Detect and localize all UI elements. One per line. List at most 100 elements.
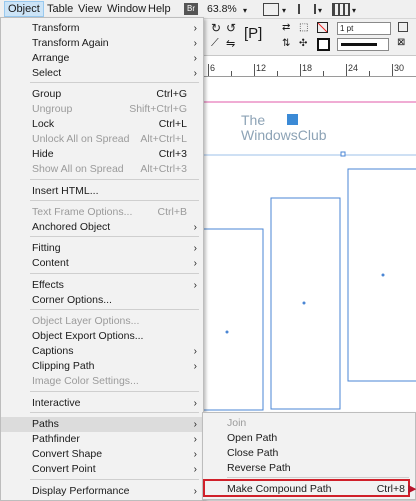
object-menu-item-convert-shape[interactable]: Convert Shape › bbox=[1, 447, 203, 462]
menu-separator bbox=[30, 273, 199, 274]
submenu-arrow-icon: › bbox=[193, 361, 197, 372]
menu-item-label: Transform Again bbox=[32, 37, 109, 49]
windowsclub-logo-icon bbox=[287, 114, 298, 125]
menu-item-label: Fitting bbox=[32, 242, 61, 254]
submenu-arrow-icon: › bbox=[193, 464, 197, 475]
menu-item-label: Lock bbox=[32, 118, 55, 130]
frame-center-point bbox=[302, 301, 306, 305]
object-menu-item-unlock-all-on-spread: Unlock All on Spread Alt+Ctrl+L bbox=[1, 132, 203, 147]
menu-item-label: Corner Options... bbox=[32, 294, 112, 306]
pointer-arrow-icon: ▶ bbox=[408, 483, 416, 495]
menu-item-label: Convert Shape bbox=[32, 448, 103, 460]
watermark: The WindowsClub bbox=[241, 113, 327, 143]
menu-item-label: Display Performance bbox=[32, 485, 130, 497]
menu-item-shortcut: Ctrl+3 bbox=[158, 148, 187, 160]
menu-separator bbox=[30, 179, 199, 180]
object-menu-item-anchored-object[interactable]: Anchored Object › bbox=[1, 220, 203, 235]
menu-separator bbox=[30, 391, 199, 392]
menu-item-label: Effects bbox=[32, 279, 64, 291]
object-menu-item-captions[interactable]: Captions › bbox=[1, 344, 203, 359]
submenu-arrow-icon: › bbox=[193, 38, 197, 49]
object-menu-item-transform-again[interactable]: Transform Again › bbox=[1, 36, 203, 51]
menu-item-label: Join bbox=[227, 417, 247, 429]
object-menu-item-paths[interactable]: Paths › bbox=[1, 417, 203, 432]
selection-handle[interactable] bbox=[340, 151, 346, 157]
object-menu-item-arrange[interactable]: Arrange › bbox=[1, 51, 203, 66]
frame-center-point bbox=[381, 273, 385, 277]
menu-item-label: Select bbox=[32, 67, 62, 79]
menu-item-label: Anchored Object bbox=[32, 221, 111, 233]
watermark-line2: WindowsClub bbox=[241, 127, 327, 143]
object-menu-item-object-export-options[interactable]: Object Export Options... bbox=[1, 329, 203, 344]
object-menu-item-display-performance[interactable]: Display Performance › bbox=[1, 484, 203, 499]
menu-item-label: Insert HTML... bbox=[32, 185, 99, 197]
submenu-arrow-icon: › bbox=[193, 243, 197, 254]
menu-separator bbox=[30, 82, 199, 83]
frame-left[interactable] bbox=[200, 228, 264, 411]
menu-separator bbox=[227, 477, 409, 478]
object-menu-item-effects[interactable]: Effects › bbox=[1, 278, 203, 293]
object-menu: Transform › Transform Again › Arrange › Select… bbox=[0, 17, 204, 501]
menu-item-label: Open Path bbox=[227, 432, 278, 444]
menu-item-label: Clipping Path bbox=[32, 360, 95, 372]
object-menu-item-transform[interactable]: Transform › bbox=[1, 21, 203, 36]
submenu-arrow-icon: › bbox=[193, 419, 197, 430]
menu-item-label: Close Path bbox=[227, 447, 279, 459]
menu-item-label: Image Color Settings... bbox=[32, 375, 139, 387]
paths-menu-item-open-path[interactable]: Open Path bbox=[203, 431, 415, 446]
submenu-arrow-icon: › bbox=[193, 23, 197, 34]
menu-item-shortcut: Alt+Ctrl+L bbox=[140, 133, 187, 145]
object-menu-item-select[interactable]: Select › bbox=[1, 66, 203, 81]
watermark-line1: The bbox=[241, 112, 266, 128]
object-menu-item-fitting[interactable]: Fitting › bbox=[1, 241, 203, 256]
menu-item-label: Object Export Options... bbox=[32, 330, 144, 342]
menu-item-label: Transform bbox=[32, 22, 80, 34]
object-menu-item-clipping-path[interactable]: Clipping Path › bbox=[1, 359, 203, 374]
object-menu-item-image-color-settings: Image Color Settings... bbox=[1, 374, 203, 389]
submenu-arrow-icon: › bbox=[193, 222, 197, 233]
menu-item-shortcut: Alt+Ctrl+3 bbox=[140, 163, 187, 175]
object-menu-item-text-frame-options: Text Frame Options... Ctrl+B bbox=[1, 205, 203, 220]
submenu-arrow-icon: › bbox=[193, 398, 197, 409]
menu-item-label: Pathfinder bbox=[32, 433, 80, 445]
object-menu-item-interactive[interactable]: Interactive › bbox=[1, 396, 203, 411]
submenu-arrow-icon: › bbox=[193, 53, 197, 64]
submenu-arrow-icon: › bbox=[193, 434, 197, 445]
menu-item-label: Ungroup bbox=[32, 103, 73, 115]
frame-middle[interactable] bbox=[270, 197, 341, 410]
menu-item-label: Interactive bbox=[32, 397, 81, 409]
submenu-arrow-icon: › bbox=[193, 486, 197, 497]
menu-item-shortcut: Ctrl+L bbox=[158, 118, 187, 130]
menu-item-label: Arrange bbox=[32, 52, 70, 64]
object-menu-item-show-all-on-spread: Show All on Spread Alt+Ctrl+3 bbox=[1, 162, 203, 177]
menu-item-label: Unlock All on Spread bbox=[32, 133, 130, 145]
menu-separator bbox=[30, 479, 199, 480]
menu-item-shortcut: Shift+Ctrl+G bbox=[129, 103, 187, 115]
submenu-arrow-icon: › bbox=[193, 258, 197, 269]
menu-item-label: Paths bbox=[32, 418, 59, 430]
menu-item-label: Group bbox=[32, 88, 62, 100]
object-menu-item-pathfinder[interactable]: Pathfinder › bbox=[1, 432, 203, 447]
submenu-arrow-icon: › bbox=[193, 68, 197, 79]
menu-item-label: Hide bbox=[32, 148, 54, 160]
object-menu-item-hide[interactable]: Hide Ctrl+3 bbox=[1, 147, 203, 162]
menu-separator bbox=[30, 236, 199, 237]
menu-item-shortcut: Ctrl+G bbox=[156, 88, 187, 100]
object-menu-item-convert-point[interactable]: Convert Point › bbox=[1, 462, 203, 477]
object-menu-item-lock[interactable]: Lock Ctrl+L bbox=[1, 117, 203, 132]
submenu-arrow-icon: › bbox=[193, 449, 197, 460]
menu-item-label: Show All on Spread bbox=[32, 163, 124, 175]
menu-separator bbox=[30, 412, 199, 413]
menu-item-label: Convert Point bbox=[32, 463, 96, 475]
object-menu-item-object-layer-options: Object Layer Options... bbox=[1, 314, 203, 329]
object-menu-item-insert-html[interactable]: Insert HTML... bbox=[1, 184, 203, 199]
menu-item-label: Captions bbox=[32, 345, 74, 357]
paths-menu-item-reverse-path[interactable]: Reverse Path bbox=[203, 461, 415, 476]
object-menu-item-group[interactable]: Group Ctrl+G bbox=[1, 87, 203, 102]
menu-item-label: Text Frame Options... bbox=[32, 206, 133, 218]
object-menu-item-corner-options[interactable]: Corner Options... bbox=[1, 293, 203, 308]
object-menu-item-content[interactable]: Content › bbox=[1, 256, 203, 271]
submenu-arrow-icon: › bbox=[193, 346, 197, 357]
submenu-arrow-icon: › bbox=[193, 280, 197, 291]
paths-menu-item-close-path[interactable]: Close Path bbox=[203, 446, 415, 461]
